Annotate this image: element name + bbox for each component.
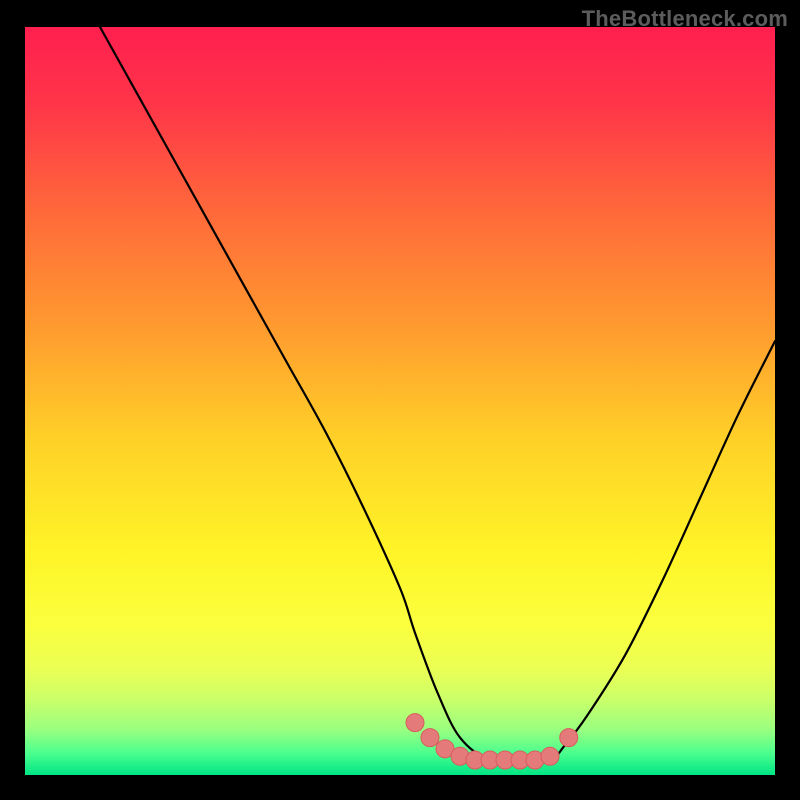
- curve-marker: [421, 729, 439, 747]
- plot-area: [25, 27, 775, 775]
- curve-marker: [560, 729, 578, 747]
- watermark-text: TheBottleneck.com: [582, 6, 788, 32]
- chart-frame: TheBottleneck.com: [0, 0, 800, 800]
- curve-marker: [406, 714, 424, 732]
- curve-layer: [25, 27, 775, 775]
- curve-markers: [406, 714, 578, 769]
- bottleneck-curve: [100, 27, 775, 762]
- curve-marker: [541, 747, 559, 765]
